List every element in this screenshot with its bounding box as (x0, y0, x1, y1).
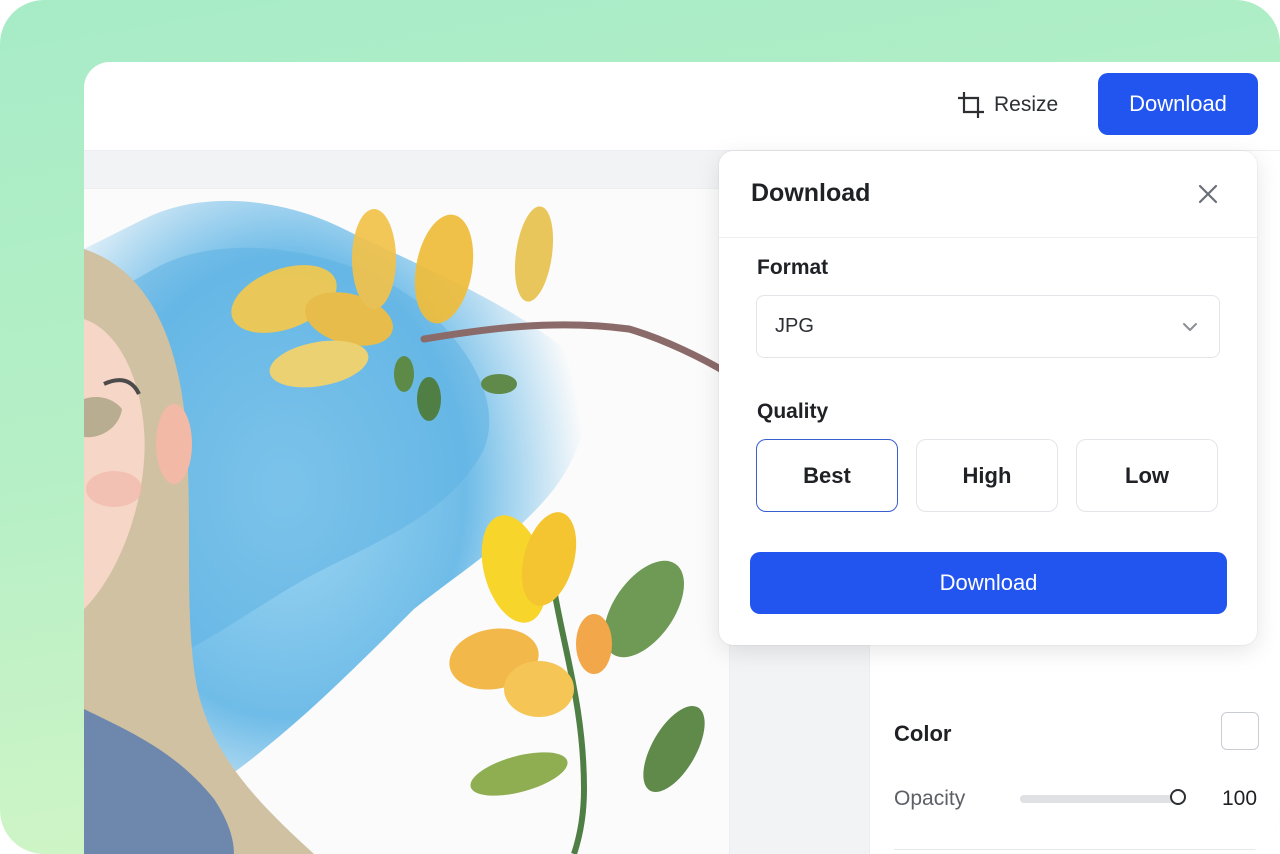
format-label: Format (757, 256, 829, 279)
format-select-value: JPG (775, 315, 814, 337)
dialog-title: Download (751, 179, 871, 207)
top-toolbar: Resize Download (84, 62, 1280, 151)
opacity-slider-fill (1020, 795, 1182, 803)
download-button[interactable]: Download (1098, 73, 1258, 135)
resize-button[interactable]: Resize (958, 88, 1058, 122)
chevron-down-icon (1181, 318, 1199, 341)
close-icon[interactable] (1195, 181, 1221, 207)
quality-option-high[interactable]: High (916, 439, 1058, 512)
download-dialog: Download Format JPG Quality Best High Lo… (719, 151, 1257, 645)
divider (894, 849, 1257, 850)
quality-option-best[interactable]: Best (756, 439, 898, 512)
opacity-label: Opacity (894, 787, 966, 810)
artwork-image[interactable] (84, 189, 729, 854)
color-swatch[interactable] (1221, 712, 1259, 750)
opacity-slider[interactable] (1020, 789, 1186, 805)
quality-option-low[interactable]: Low (1076, 439, 1218, 512)
crop-icon (958, 92, 984, 118)
opacity-value: 100 (1222, 787, 1258, 810)
color-label: Color (894, 721, 952, 746)
resize-label: Resize (994, 93, 1059, 116)
dialog-header: Download (719, 151, 1257, 238)
quality-label: Quality (757, 400, 829, 423)
dialog-download-button[interactable]: Download (750, 552, 1227, 614)
opacity-slider-thumb[interactable] (1170, 789, 1186, 805)
format-select[interactable]: JPG (756, 295, 1220, 358)
